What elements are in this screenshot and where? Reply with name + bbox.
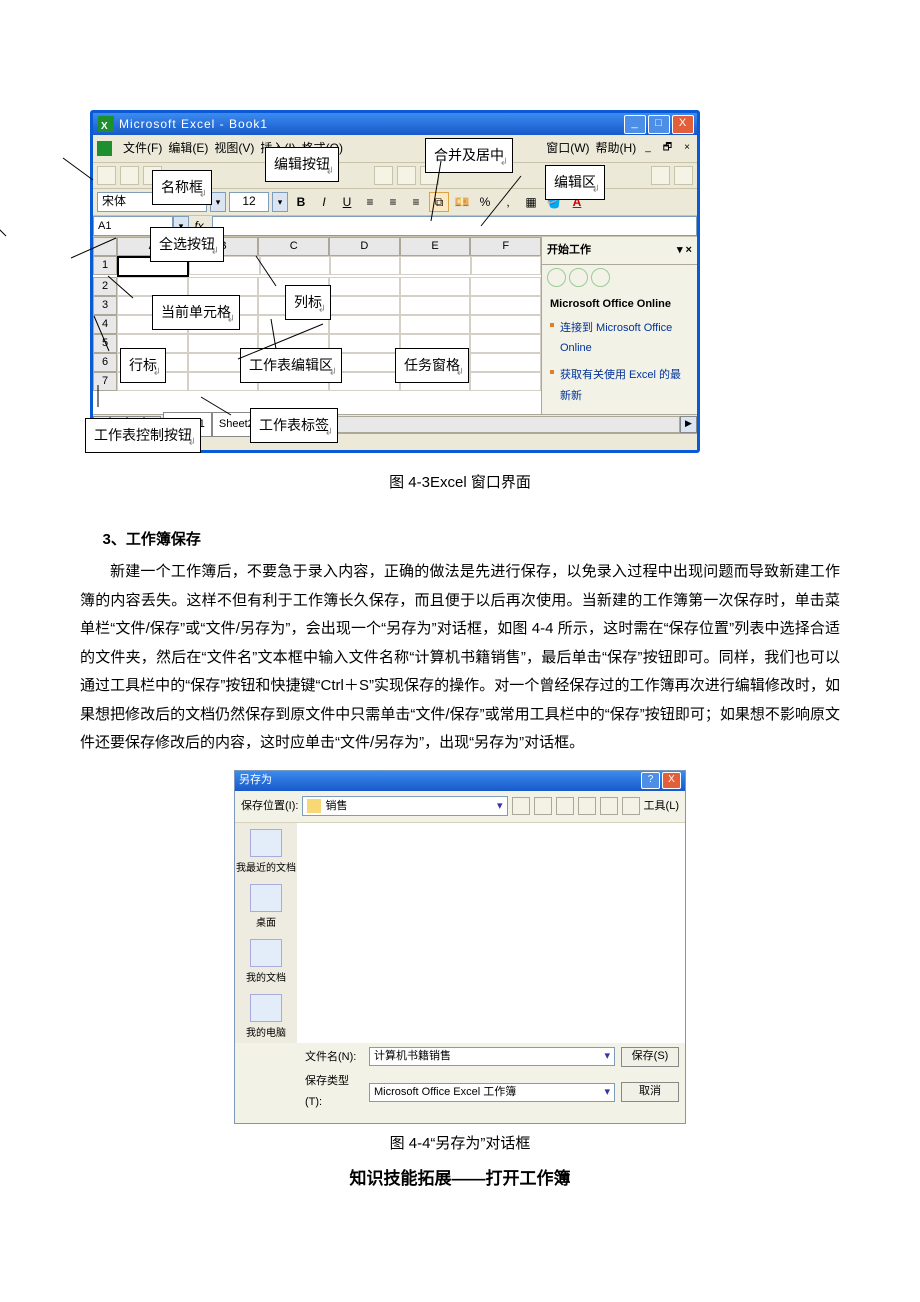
paste-icon[interactable] [374,166,393,185]
place-mydocs[interactable]: 我的文档 [246,939,286,988]
align-center-button[interactable]: ≡ [383,192,403,212]
app-icon[interactable] [97,141,112,156]
callout-merge: 合并及居中 [425,138,513,173]
mycomp-icon [250,994,282,1022]
format-painter-icon[interactable] [397,166,416,185]
align-left-button[interactable]: ≡ [360,192,380,212]
window-title: Microsoft Excel - Book1 [119,113,268,136]
place-label: 桌面 [256,914,276,933]
minimize-button[interactable]: _ [624,115,646,134]
place-desktop[interactable]: 桌面 [250,884,282,933]
callout-selectall: 全选按钮 [150,227,224,262]
dialog-body: 我最近的文档 桌面 我的文档 我的电脑 [235,823,685,1043]
callout-taskpane: 任务窗格 [395,348,469,383]
close-button[interactable]: X [672,115,694,134]
doc-restore[interactable]: 🗗 [660,143,675,153]
filename-input[interactable]: 计算机书籍销售 ▾ [369,1047,615,1066]
callout-editarea: 编辑区 [545,165,605,200]
chevron-down-icon[interactable]: ▾ [497,796,503,817]
callout-curcell: 当前单元格 [152,295,240,330]
callout-editbtn: 编辑按钮 [265,147,339,182]
folder-icon [307,799,321,813]
desktop-icon [250,884,282,912]
document-page: Microsoft Excel - Book1 _ □ X 文件(F) 编辑(E… [80,0,840,1275]
chevron-down-icon[interactable]: ▾ [604,1084,610,1101]
help-button[interactable]: ? [641,772,660,789]
mydocs-icon [250,939,282,967]
tools-menu[interactable]: 工具(L) [644,796,679,817]
search-icon[interactable] [556,797,574,815]
menu-file[interactable]: 文件(F) [123,137,162,160]
place-label: 我的文档 [246,969,286,988]
location-combo[interactable]: 销售 ▾ [302,796,507,816]
back-icon[interactable] [512,797,530,815]
menu-edit[interactable]: 编辑(E) [168,137,208,160]
menu-view[interactable]: 视图(V) [214,137,254,160]
filetype-value: Microsoft Office Excel 工作簿 [374,1084,516,1101]
places-bar: 我最近的文档 桌面 我的文档 我的电脑 [235,823,297,1043]
excel-icon [98,116,114,132]
title-bar[interactable]: Microsoft Excel - Book1 _ □ X [93,113,697,135]
location-value: 销售 [325,796,347,817]
cancel-button[interactable]: 取消 [621,1082,679,1102]
callout-rowlabel: 行标 [120,348,166,383]
filetype-input[interactable]: Microsoft Office Excel 工作簿 ▾ [369,1083,615,1102]
scroll-right[interactable]: ▶ [680,416,697,433]
location-label: 保存位置(I): [241,796,298,817]
save-as-dialog: 另存为 ? X 保存位置(I): 销售 ▾ 工具(L) 我最近的文档 [234,770,686,1125]
callout-tabctrl: 工作表控制按钮 [85,418,201,453]
place-label: 我最近的文档 [236,859,296,878]
delete-icon[interactable] [578,797,596,815]
file-list[interactable] [297,823,685,1043]
row-5[interactable]: 5 [93,334,117,353]
section-body: 新建一个工作簿后，不要急于录入内容，正确的做法是先进行保存，以免录入过程中出现问… [80,558,840,758]
location-row: 保存位置(I): 销售 ▾ 工具(L) [235,791,685,823]
figure-4-3: Microsoft Excel - Book1 _ □ X 文件(F) 编辑(E… [90,110,700,453]
place-recent[interactable]: 我最近的文档 [236,829,296,878]
dialog-title-bar[interactable]: 另存为 ? X [235,771,685,791]
doc-minimize[interactable]: _ [642,143,654,153]
up-icon[interactable] [534,797,552,815]
menu-help[interactable]: 帮助(H) [596,137,637,160]
views-icon[interactable] [622,797,640,815]
dialog-close-button[interactable]: X [662,772,681,789]
align-right-button[interactable]: ≡ [406,192,426,212]
save-button[interactable]: 保存(S) [621,1047,679,1067]
filename-value: 计算机书籍销售 [374,1048,451,1065]
doc-close[interactable]: × [681,143,693,153]
filetype-label: 保存类型(T): [305,1071,363,1113]
maximize-button[interactable]: □ [648,115,670,134]
place-mycomp[interactable]: 我的电脑 [246,994,286,1043]
recent-icon [250,829,282,857]
filename-label: 文件名(N): [305,1047,363,1068]
place-label: 我的电脑 [246,1024,286,1043]
callout-collabel: 列标 [285,285,331,320]
window-controls: _ □ X [624,115,697,134]
figure-4-4-caption: 图 4-4“另存为”对话框 [80,1130,840,1159]
dialog-title: 另存为 [239,770,272,791]
newfolder-icon[interactable] [600,797,618,815]
callout-tabs: 工作表标签 [250,408,338,443]
menu-window[interactable]: 窗口(W) [546,137,589,160]
expand-heading: 知识技能拓展——打开工作簿 [80,1163,840,1195]
dialog-footer: 文件名(N): 计算机书籍销售 ▾ 保存(S) 保存类型(T): Microsof… [235,1043,685,1124]
chevron-down-icon[interactable]: ▾ [604,1048,610,1065]
